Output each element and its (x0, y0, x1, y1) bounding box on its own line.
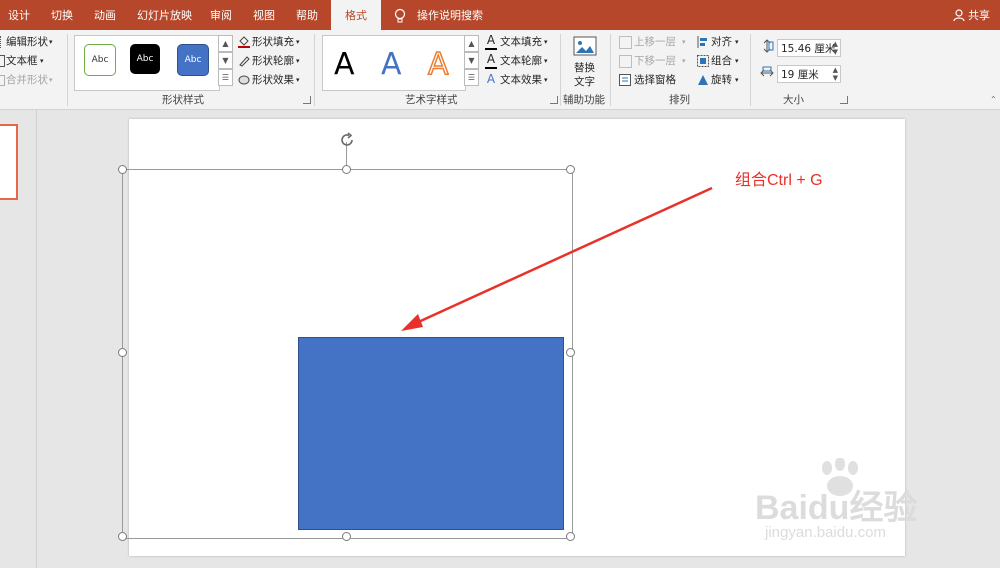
annotation-text: 组合Ctrl + G (735, 172, 823, 189)
watermark-url: jingyan.baidu.com (765, 524, 886, 541)
watermark-brand: Baidu经验 (755, 489, 918, 527)
